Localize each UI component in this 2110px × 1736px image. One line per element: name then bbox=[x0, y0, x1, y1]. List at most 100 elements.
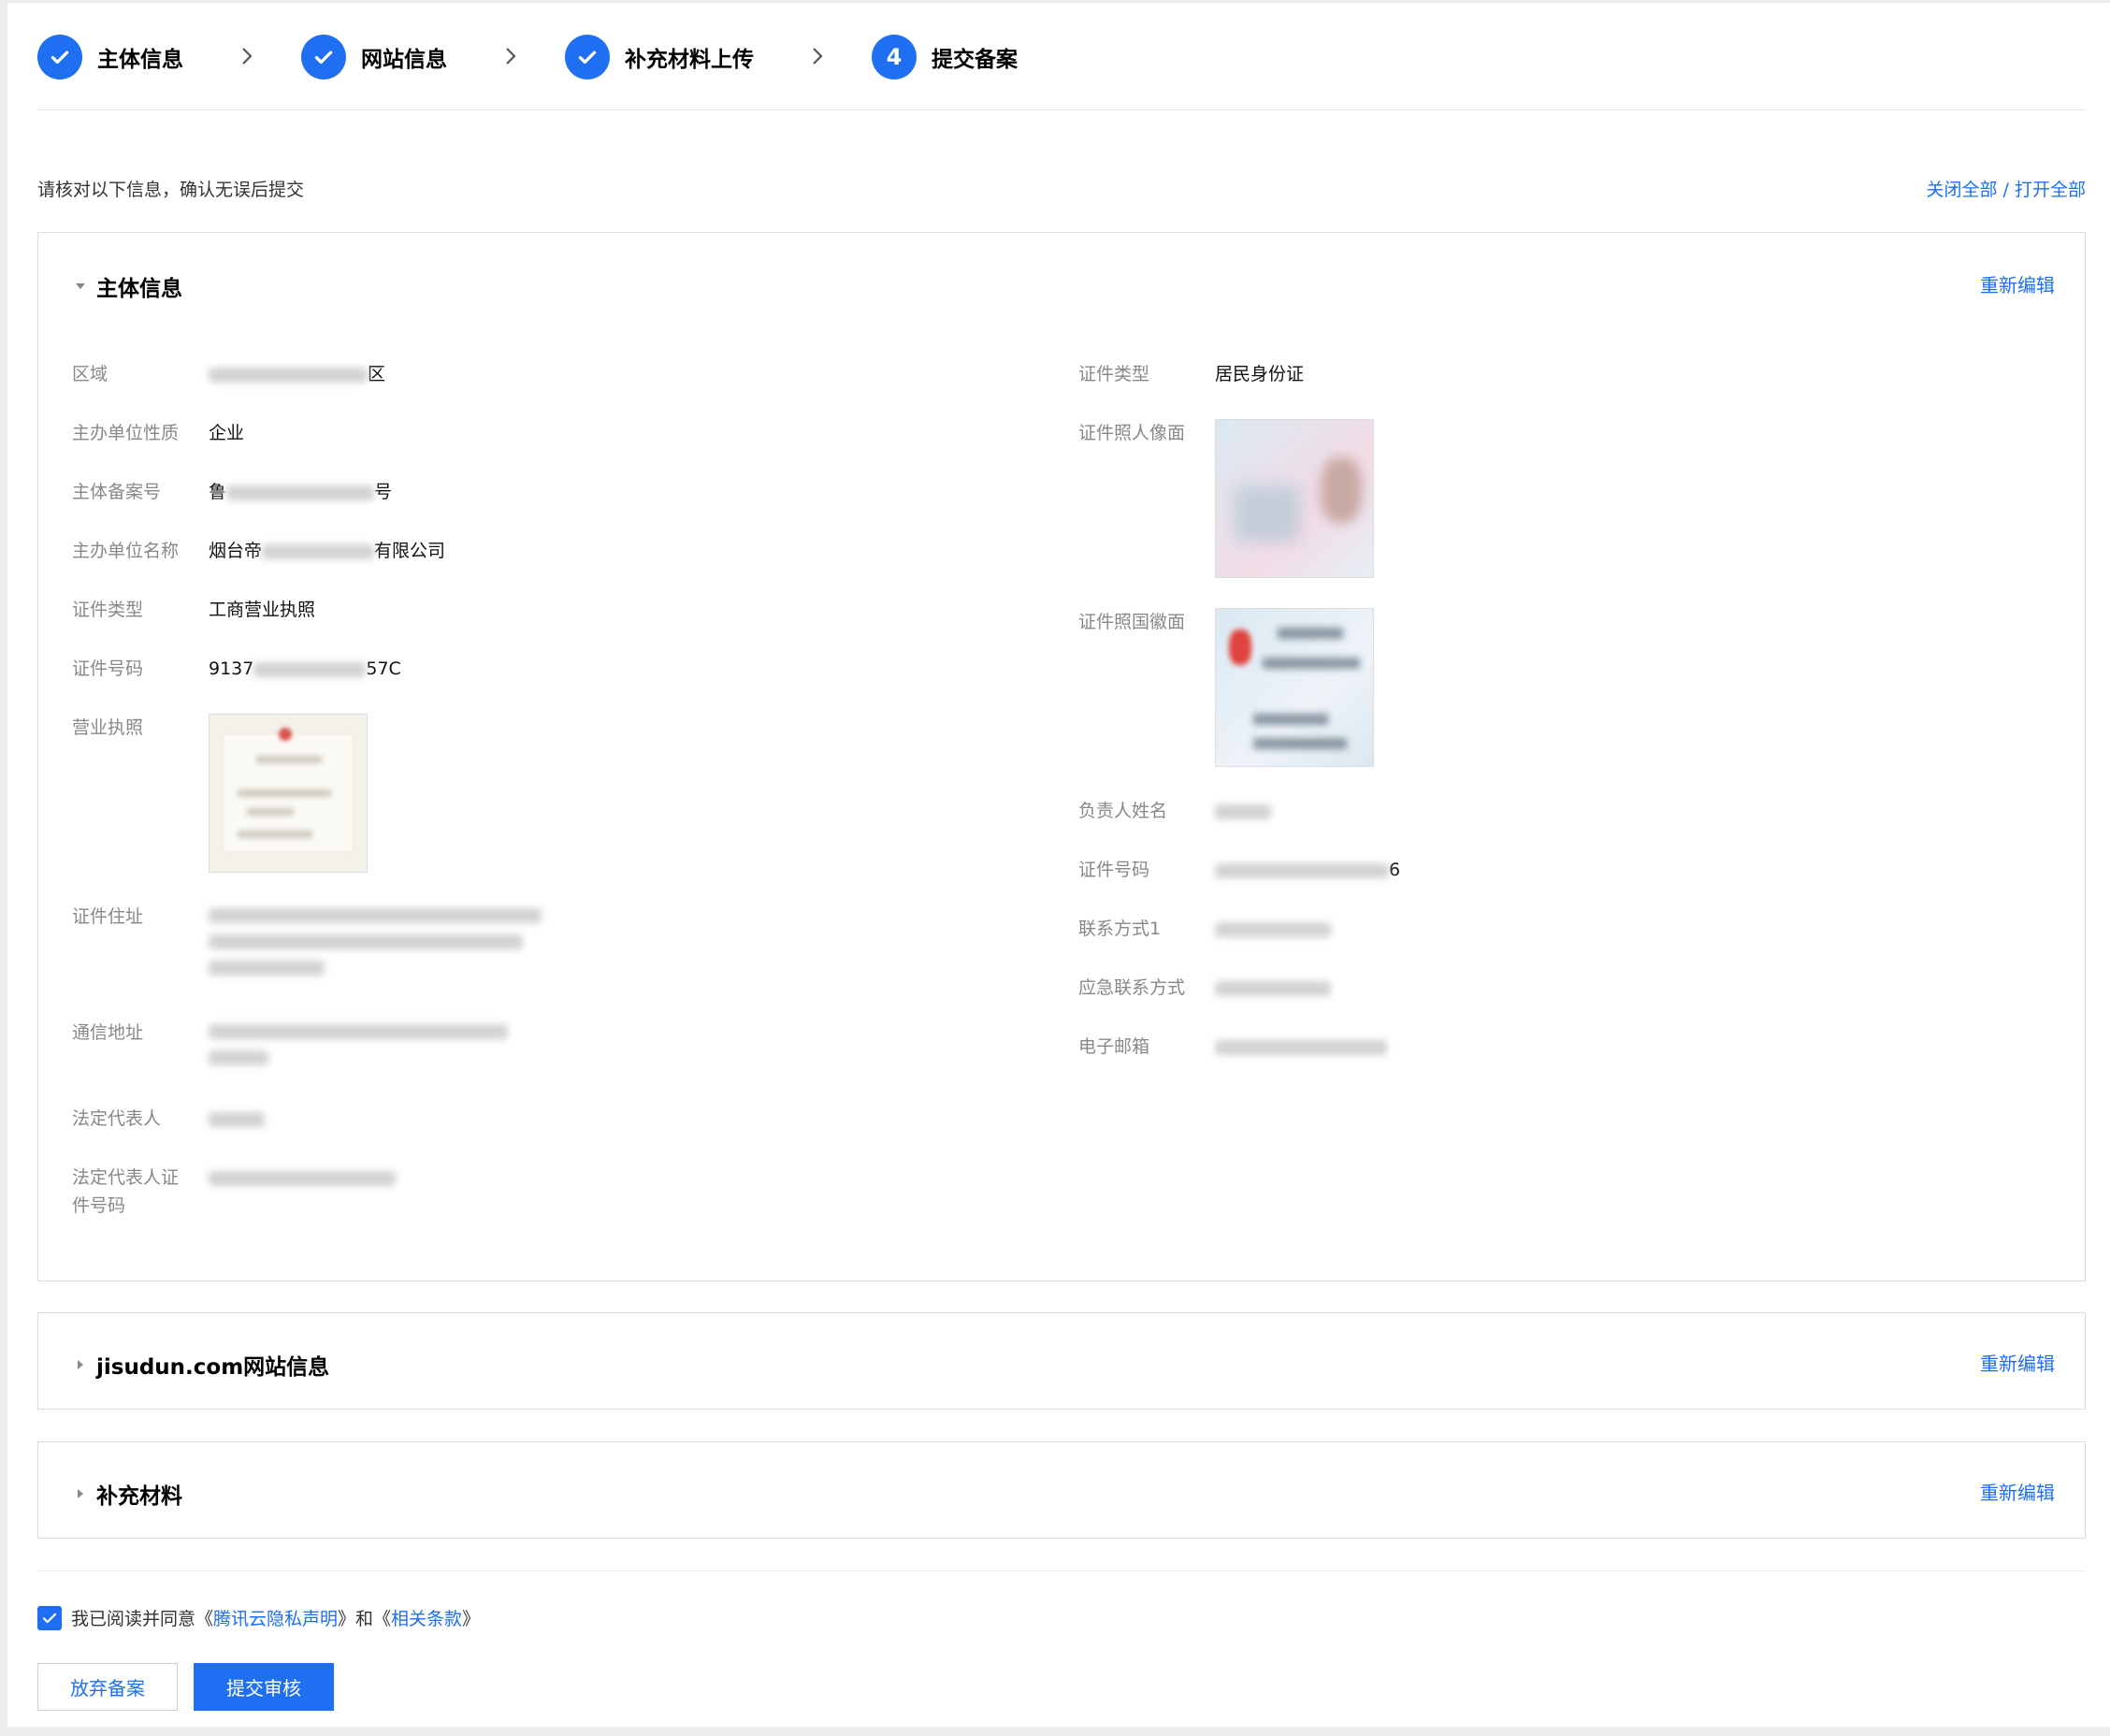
field-label: 证件照人像面 bbox=[1078, 423, 1186, 443]
close-all-link[interactable]: 关闭全部 bbox=[1926, 180, 1997, 200]
field-label: 主办单位性质 bbox=[72, 423, 180, 443]
field-label: 证件号码 bbox=[72, 658, 144, 679]
field-cert-number: 证件号码 9137 57C bbox=[72, 655, 401, 683]
terms-link[interactable]: 相关条款 bbox=[391, 1605, 462, 1630]
re-edit-link[interactable]: 重新编辑 bbox=[1980, 1478, 2055, 1505]
agreement-row: 我已阅读并同意《 腾讯云隐私声明 》和《 相关条款》 bbox=[37, 1605, 480, 1630]
id-card-emblem-thumbnail[interactable] bbox=[1215, 608, 1374, 767]
field-value: 居民身份证 bbox=[1215, 364, 1305, 384]
window-frame-left bbox=[0, 0, 7, 1736]
redacted-text bbox=[209, 1111, 265, 1127]
step-materials-upload[interactable]: 补充材料上传 bbox=[565, 34, 754, 80]
caret-right-icon bbox=[78, 1360, 83, 1369]
panel-header[interactable]: 主体信息 bbox=[74, 270, 182, 302]
field-cert-address: 证件住址 bbox=[72, 903, 542, 976]
field-value bbox=[209, 903, 542, 976]
agreement-checkbox[interactable] bbox=[37, 1605, 62, 1630]
redacted-text bbox=[1215, 921, 1331, 937]
open-all-link[interactable]: 打开全部 bbox=[2015, 180, 2086, 200]
step-label: 网站信息 bbox=[361, 48, 447, 72]
redacted-text bbox=[209, 934, 523, 949]
check-icon bbox=[42, 1613, 57, 1623]
field-email: 电子邮箱 bbox=[1078, 1033, 1387, 1061]
step-subject-info[interactable]: 主体信息 bbox=[37, 34, 183, 80]
field-cert-type: 证件类型 工商营业执照 bbox=[72, 596, 315, 624]
submit-review-button[interactable]: 提交审核 bbox=[194, 1663, 334, 1711]
field-label: 证件住址 bbox=[72, 906, 144, 927]
redacted-text bbox=[209, 1050, 268, 1065]
caret-down-icon bbox=[76, 283, 85, 289]
check-icon bbox=[565, 35, 610, 80]
chevron-right-icon bbox=[813, 48, 823, 65]
field-id-front: 证件照人像面 bbox=[1078, 419, 1374, 578]
re-edit-link[interactable]: 重新编辑 bbox=[1980, 270, 2055, 297]
redacted-text bbox=[209, 1024, 508, 1039]
field-org-nature: 主办单位性质 企业 bbox=[72, 419, 244, 447]
field-region: 区域 区 bbox=[72, 360, 385, 388]
chevron-right-icon bbox=[506, 48, 516, 65]
abandon-filing-button[interactable]: 放弃备案 bbox=[37, 1663, 178, 1711]
panel-header[interactable]: jisudun.com网站信息 bbox=[74, 1349, 329, 1381]
redacted-text bbox=[1215, 803, 1271, 819]
window-frame-top bbox=[0, 0, 2110, 3]
field-label: 证件照国徽面 bbox=[1078, 612, 1186, 632]
subject-info-panel: 主体信息 重新编辑 区域 区 主办单位性质 企业 主体备案号 鲁号 主办单位名称… bbox=[37, 232, 2086, 1281]
website-info-panel: jisudun.com网站信息 重新编辑 bbox=[37, 1312, 2086, 1410]
step-website-info[interactable]: 网站信息 bbox=[301, 34, 447, 80]
field-contact-1: 联系方式1 bbox=[1078, 915, 1331, 943]
field-label: 证件类型 bbox=[1078, 364, 1150, 384]
step-number-badge: 4 bbox=[872, 35, 917, 80]
agreement-text-middle: 》和《 bbox=[338, 1609, 392, 1629]
step-label: 主体信息 bbox=[97, 48, 183, 72]
field-value bbox=[1215, 915, 1331, 943]
chevron-right-icon bbox=[242, 48, 253, 65]
field-id-back: 证件照国徽面 bbox=[1078, 608, 1374, 767]
redacted-text bbox=[262, 543, 375, 559]
redacted-text bbox=[1215, 980, 1331, 996]
field-label: 应急联系方式 bbox=[1078, 977, 1186, 998]
field-owner-id-number: 证件号码 6 bbox=[1078, 856, 1400, 884]
field-label: 主体备案号 bbox=[72, 482, 162, 502]
field-value bbox=[1215, 1033, 1387, 1061]
panel-title: 补充材料 bbox=[96, 1484, 182, 1509]
field-value bbox=[209, 1019, 508, 1065]
field-value: 烟台帝 有限公司 bbox=[209, 541, 446, 561]
field-legal-rep-id: 法定代表人证 件号码 bbox=[72, 1164, 396, 1220]
field-value: 区 bbox=[209, 360, 385, 388]
caret-right-icon bbox=[78, 1489, 83, 1498]
field-label: 法定代表人证 件号码 bbox=[72, 1167, 180, 1216]
panel-header[interactable]: 补充材料 bbox=[74, 1478, 182, 1510]
field-label: 联系方式1 bbox=[1078, 919, 1162, 939]
panel-title: jisudun.com网站信息 bbox=[96, 1355, 330, 1380]
review-instruction: 请核对以下信息，确认无误后提交 bbox=[37, 180, 305, 200]
privacy-statement-link[interactable]: 腾讯云隐私声明 bbox=[213, 1605, 338, 1630]
field-label: 主办单位名称 bbox=[72, 541, 180, 561]
check-icon bbox=[37, 35, 82, 80]
redacted-text bbox=[209, 1170, 396, 1186]
re-edit-link[interactable]: 重新编辑 bbox=[1980, 1349, 2055, 1376]
icp-filing-review-page: 主体信息 网站信息 补充材料上传 4 提交备案 请核对以下信息，确认无误后提交 … bbox=[0, 0, 2110, 1736]
separator: / bbox=[1997, 180, 2015, 200]
field-label: 通信地址 bbox=[72, 1022, 144, 1043]
divider bbox=[37, 1570, 2086, 1571]
business-license-thumbnail[interactable] bbox=[209, 714, 368, 873]
step-submit-filing[interactable]: 4 提交备案 bbox=[872, 34, 1018, 80]
redacted-text bbox=[1215, 862, 1389, 878]
toggle-all-links: 关闭全部 / 打开全部 bbox=[1926, 176, 2086, 201]
field-id-type: 证件类型 居民身份证 bbox=[1078, 360, 1304, 388]
field-label: 证件号码 bbox=[1078, 860, 1150, 880]
field-value: 企业 bbox=[209, 423, 245, 443]
field-mailing-address: 通信地址 bbox=[72, 1019, 508, 1065]
window-frame-bottom bbox=[0, 1727, 2110, 1736]
field-value: 9137 57C bbox=[209, 658, 401, 679]
redacted-text bbox=[1215, 1039, 1387, 1055]
field-label: 营业执照 bbox=[72, 717, 144, 738]
field-record-number: 主体备案号 鲁号 bbox=[72, 478, 392, 506]
field-value bbox=[209, 1164, 396, 1220]
step-label: 补充材料上传 bbox=[625, 48, 754, 72]
field-label: 证件类型 bbox=[72, 600, 144, 620]
divider bbox=[37, 109, 2086, 110]
id-card-portrait-thumbnail[interactable] bbox=[1215, 419, 1374, 578]
agreement-text-prefix: 我已阅读并同意《 bbox=[71, 1609, 214, 1629]
field-value bbox=[209, 1105, 265, 1133]
